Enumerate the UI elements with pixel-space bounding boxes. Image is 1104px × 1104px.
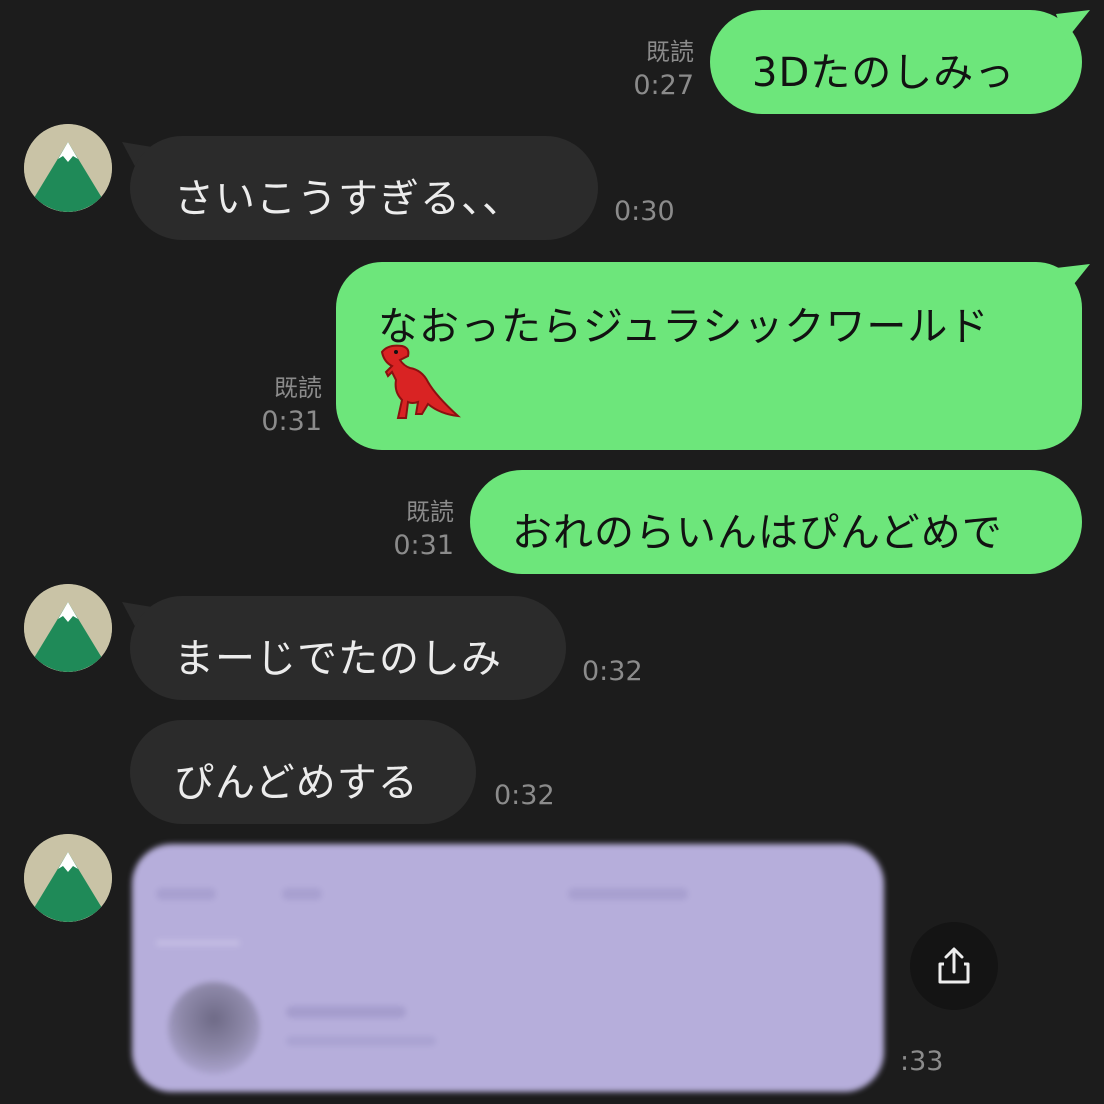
- incoming-message-bubble[interactable]: さいこうすぎる、、: [130, 136, 598, 240]
- contact-avatar[interactable]: [24, 124, 112, 212]
- message-time: 0:31: [261, 406, 322, 437]
- message-time: 0:32: [494, 780, 555, 811]
- mountain-avatar-icon: [24, 584, 112, 672]
- read-receipt: 既読: [406, 498, 454, 526]
- blurred-thumbnail: [168, 982, 260, 1074]
- message-time: 0:31: [393, 530, 454, 561]
- blurred-divider: [156, 940, 240, 946]
- blurred-text-line: [156, 888, 216, 900]
- outgoing-message-bubble[interactable]: おれのらいんはぴんどめで: [470, 470, 1082, 574]
- mountain-avatar-icon: [24, 834, 112, 922]
- read-receipt: 既読: [274, 374, 322, 402]
- contact-avatar[interactable]: [24, 584, 112, 672]
- message-time: :33: [900, 1046, 944, 1077]
- read-receipt: 既読: [646, 38, 694, 66]
- blurred-text-line: [286, 1036, 436, 1046]
- incoming-message-bubble[interactable]: ぴんどめする: [130, 720, 476, 824]
- message-text: 3Dたのしみっ: [752, 50, 1016, 96]
- mountain-avatar-icon: [24, 124, 112, 212]
- message-time: 0:27: [633, 70, 694, 101]
- share-icon: [938, 947, 970, 984]
- bubble-tail: [1056, 10, 1090, 40]
- blurred-text-line: [282, 888, 322, 900]
- message-1-meta: 既読 0:27: [618, 36, 694, 102]
- outgoing-message-bubble[interactable]: なおったらジュラシックワールド: [336, 262, 1082, 450]
- message-4-meta: 既読 0:31: [378, 496, 454, 562]
- blurred-link-preview[interactable]: [132, 844, 884, 1092]
- message-text: さいこうすぎる、、: [174, 176, 523, 222]
- message-text: まーじでたのしみ: [174, 636, 502, 682]
- blurred-text-line: [568, 888, 688, 900]
- incoming-message-bubble[interactable]: まーじでたのしみ: [130, 596, 566, 700]
- message-3-meta: 既読 0:31: [246, 372, 322, 438]
- t-rex-icon: [380, 344, 461, 419]
- share-button[interactable]: [910, 922, 998, 1010]
- bubble-tail: [1056, 264, 1090, 294]
- message-time: 0:32: [582, 656, 643, 687]
- contact-avatar[interactable]: [24, 834, 112, 922]
- message-time: 0:30: [614, 196, 675, 227]
- message-text: なおったらジュラシックワールド: [378, 304, 990, 350]
- outgoing-message-bubble[interactable]: 3Dたのしみっ: [710, 10, 1082, 114]
- blurred-text-line: [286, 1006, 406, 1018]
- message-text: ぴんどめする: [174, 760, 419, 806]
- message-text: おれのらいんはぴんどめで: [512, 510, 1003, 556]
